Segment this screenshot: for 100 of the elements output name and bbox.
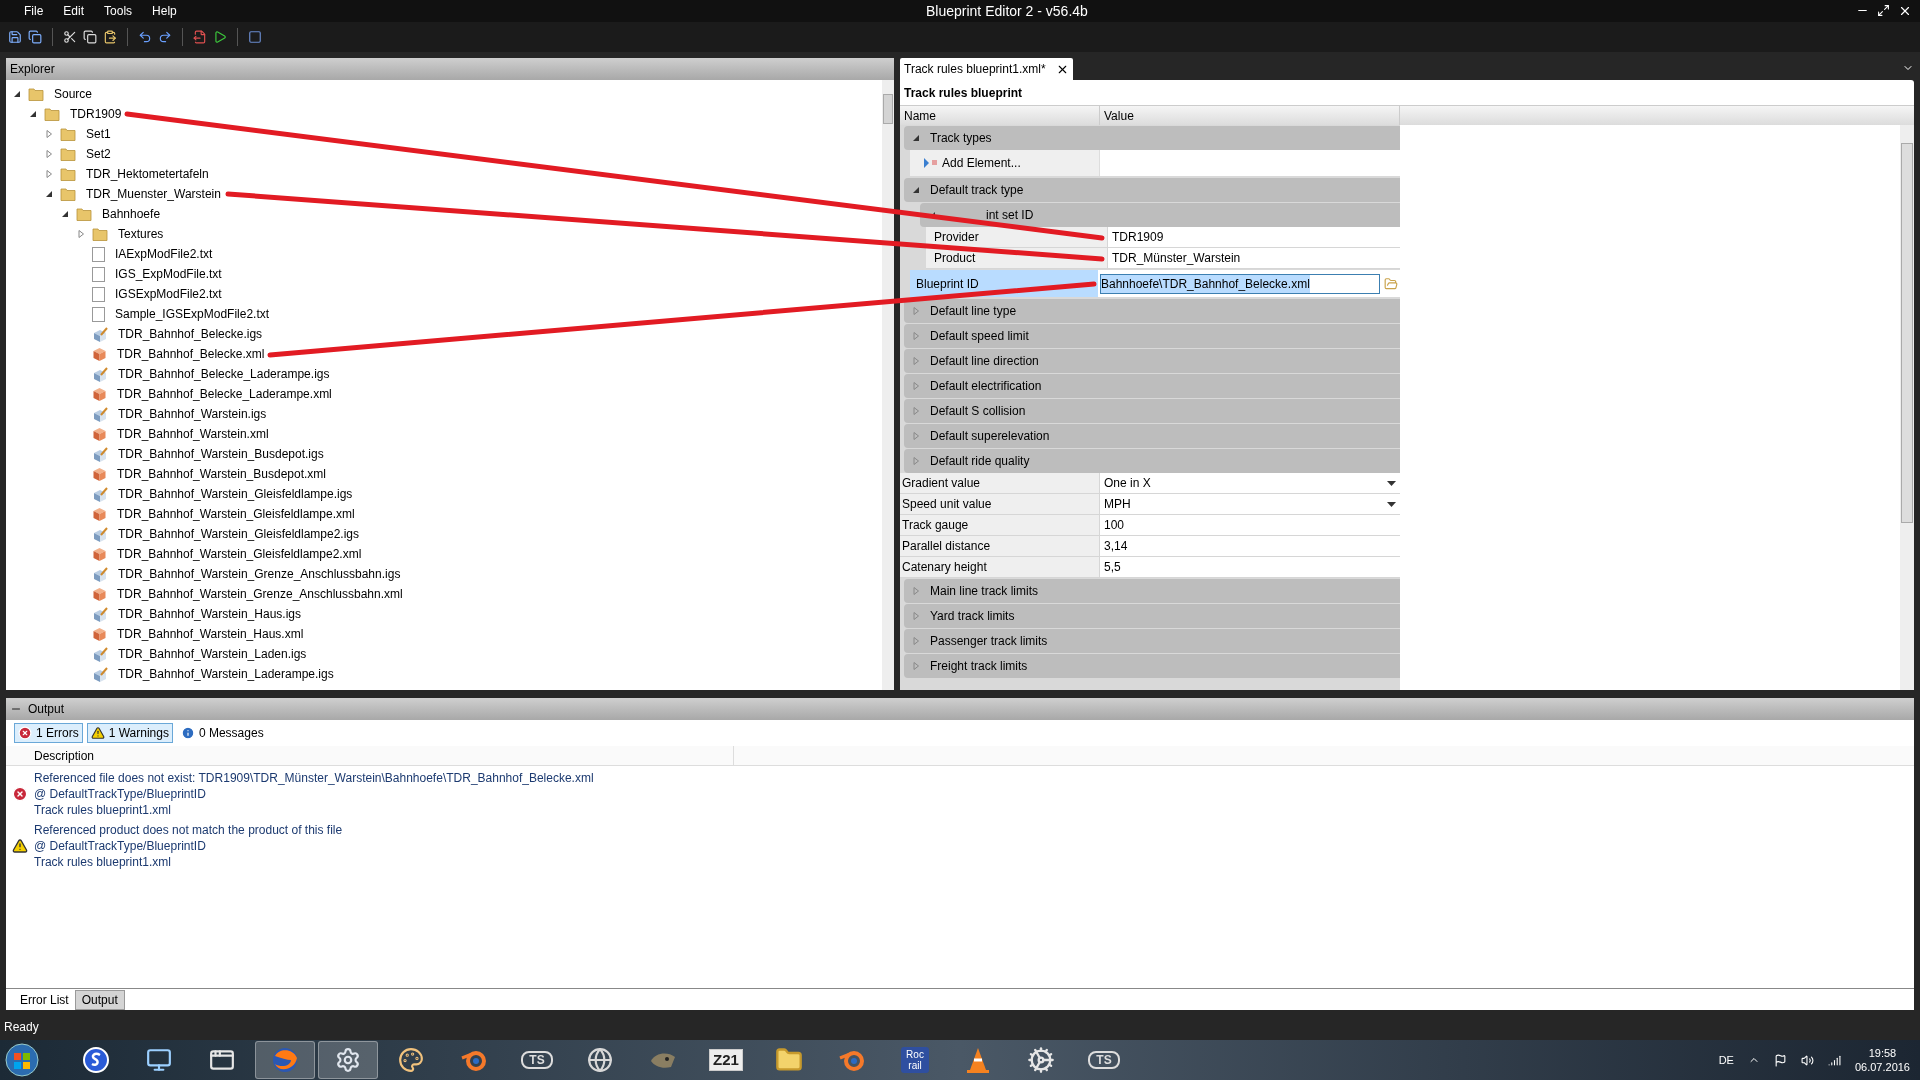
expanded-arrow-icon[interactable] xyxy=(13,90,21,98)
tree-item[interactable]: TDR_Bahnhof_Warstein_Gleisfeldlampe2.xml xyxy=(117,545,362,563)
cut-icon[interactable] xyxy=(63,30,77,44)
tree-item[interactable]: TDR_Bahnhof_Belecke_Laderampe.igs xyxy=(118,365,330,383)
save-icon[interactable] xyxy=(8,30,22,44)
scrollbar[interactable] xyxy=(882,80,894,690)
tree-item[interactable]: TDR_Bahnhof_Warstein_Gleisfeldlampe2.igs xyxy=(118,525,359,543)
menu-item[interactable]: Edit xyxy=(63,2,85,20)
category-row[interactable]: Default superelevation xyxy=(904,424,1400,448)
menu-item[interactable]: File xyxy=(24,2,44,20)
tree-item[interactable]: Set2 xyxy=(86,145,111,163)
category-row[interactable]: Default line type xyxy=(904,299,1400,323)
property-value[interactable]: 100 xyxy=(1104,516,1125,534)
collapsed-arrow-icon[interactable] xyxy=(45,170,53,178)
menu-item[interactable]: Help xyxy=(152,2,177,20)
category-row[interactable]: Default S collision xyxy=(904,399,1400,423)
redo-icon[interactable] xyxy=(158,30,172,44)
tree-item[interactable]: TDR_Bahnhof_Warstein_Laden.igs xyxy=(118,645,307,663)
cube-pencil-icon xyxy=(92,526,108,542)
collapsed-arrow-icon[interactable] xyxy=(45,150,53,158)
filter-toggle[interactable]: 1 Errors xyxy=(14,723,83,743)
category-row[interactable]: int set ID xyxy=(920,203,1400,227)
dropdown-arrow-icon[interactable] xyxy=(1387,501,1396,507)
tree-item[interactable]: TDR_Bahnhof_Warstein.igs xyxy=(118,405,267,423)
tree-item[interactable]: TDR_Bahnhof_Warstein_Gleisfeldlampe.igs xyxy=(118,485,353,503)
scrollbar[interactable] xyxy=(1900,125,1914,690)
category-row[interactable]: Default track type xyxy=(904,178,1400,202)
copy-icon[interactable] xyxy=(83,30,97,44)
tree-item[interactable]: TDR_Bahnhof_Belecke.xml xyxy=(117,345,265,363)
tree-item[interactable]: TDR_Bahnhof_Warstein_Grenze_Anschlussbahn.igs xyxy=(118,565,401,583)
taskbar-app[interactable]: TS xyxy=(1074,1041,1134,1079)
category-row[interactable]: Freight track limits xyxy=(904,654,1400,678)
expanded-arrow-icon[interactable] xyxy=(912,134,920,142)
tree-item[interactable]: TDR_Bahnhof_Warstein_Gleisfeldlampe.xml xyxy=(117,505,355,523)
expanded-arrow-icon[interactable] xyxy=(61,210,69,218)
tree-item[interactable]: IGS_ExpModFile.txt xyxy=(115,265,222,283)
clock-time[interactable]: 19:58 xyxy=(1868,1046,1897,1060)
flag-icon[interactable] xyxy=(1773,1053,1787,1067)
collapsed-arrow-icon[interactable] xyxy=(77,230,85,238)
clock-date[interactable]: 06.07.2016 xyxy=(1854,1060,1910,1074)
category-row[interactable]: Passenger track limits xyxy=(904,629,1400,653)
taskbar-app[interactable]: Roc rail xyxy=(885,1041,945,1079)
taskbar-app[interactable]: Z21 xyxy=(696,1041,756,1079)
tree-item[interactable]: TDR_Bahnhof_Warstein_Haus.xml xyxy=(117,625,304,643)
property-value[interactable]: 3,14 xyxy=(1104,537,1128,555)
category-row[interactable]: Main line track limits xyxy=(904,579,1400,603)
paste-icon[interactable] xyxy=(103,30,117,44)
signal-icon[interactable] xyxy=(1827,1053,1841,1067)
tree-item[interactable]: TDR_Bahnhof_Warstein_Busdepot.igs xyxy=(118,445,324,463)
volume-icon[interactable] xyxy=(1800,1053,1814,1067)
save-all-icon[interactable] xyxy=(28,30,42,44)
expanded-arrow-icon[interactable] xyxy=(29,110,37,118)
collapsed-arrow-icon[interactable] xyxy=(45,130,53,138)
tree-item[interactable]: TDR_Bahnhof_Warstein_Laderampe.igs xyxy=(118,665,334,683)
category-row[interactable]: Default speed limit xyxy=(904,324,1400,348)
tree-item[interactable]: TDR_Bahnhof_Warstein_Busdepot.xml xyxy=(117,465,326,483)
tree-item[interactable]: TDR_Bahnhof_Belecke_Laderampe.xml xyxy=(117,385,332,403)
tree-item[interactable]: IGSExpModFile2.txt xyxy=(115,285,222,303)
panel-tab[interactable]: Output xyxy=(74,990,125,1010)
expanded-arrow-icon[interactable] xyxy=(912,186,920,194)
tree-item[interactable]: TDR_Bahnhof_Warstein.xml xyxy=(117,425,269,443)
tree-item[interactable]: IAExpModFile2.txt xyxy=(115,245,213,263)
maximize-icon[interactable] xyxy=(1877,4,1890,17)
path-input[interactable]: Bahnhoefe\TDR_Bahnhof_Belecke.xml xyxy=(1100,273,1380,294)
category-row[interactable]: Default ride quality xyxy=(904,449,1400,473)
tree-item[interactable]: TDR_Hektometertafeln xyxy=(86,165,209,183)
play-icon[interactable] xyxy=(213,30,227,44)
tree-item[interactable]: Sample_IGSExpModFile2.txt xyxy=(115,305,270,323)
menu-item[interactable]: Tools xyxy=(104,2,133,20)
tree-item[interactable]: Set1 xyxy=(86,125,111,143)
filter-toggle[interactable]: 1 Warnings xyxy=(86,723,173,743)
tree-item[interactable]: TDR_Muenster_Warstein xyxy=(86,185,221,203)
tree-item[interactable]: TDR1909 xyxy=(70,105,122,123)
category-row[interactable]: Default electrification xyxy=(904,374,1400,398)
start-button-icon[interactable] xyxy=(4,1042,40,1078)
property-value[interactable]: TDR1909 xyxy=(1112,228,1164,246)
property-value[interactable]: 5,5 xyxy=(1104,558,1121,576)
tree-item[interactable]: Textures xyxy=(118,225,164,243)
close-icon[interactable] xyxy=(1898,4,1912,18)
app-tile: Roc rail xyxy=(901,1047,929,1073)
cube-icon xyxy=(92,626,107,642)
tree-item[interactable]: Source xyxy=(54,85,93,103)
undo-icon[interactable] xyxy=(138,30,152,44)
tree-item[interactable]: TDR_Bahnhof_Warstein_Grenze_Anschlussbahn.xml xyxy=(117,585,403,603)
property-value[interactable]: One in X xyxy=(1104,474,1151,492)
taskbar-app[interactable]: TS xyxy=(507,1041,567,1079)
property-value[interactable]: TDR_Münster_Warstein xyxy=(1112,249,1241,267)
expanded-arrow-icon[interactable] xyxy=(45,190,53,198)
property-value[interactable]: MPH xyxy=(1104,495,1131,513)
document-tab[interactable]: Track rules blueprint1.xml* xyxy=(900,58,1073,80)
export-icon[interactable] xyxy=(193,30,207,44)
category-row[interactable]: Default line direction xyxy=(904,349,1400,373)
category-row[interactable]: Yard track limits xyxy=(904,604,1400,628)
stop-icon[interactable] xyxy=(248,30,262,44)
tree-item[interactable]: Bahnhoefe xyxy=(102,205,161,223)
language-indicator[interactable]: DE xyxy=(1718,1051,1734,1069)
tree-item[interactable]: TDR_Bahnhof_Belecke.igs xyxy=(118,325,263,343)
dropdown-arrow-icon[interactable] xyxy=(1387,480,1396,486)
category-row[interactable]: Track types xyxy=(904,126,1400,150)
tree-item[interactable]: TDR_Bahnhof_Warstein_Haus.igs xyxy=(118,605,301,623)
